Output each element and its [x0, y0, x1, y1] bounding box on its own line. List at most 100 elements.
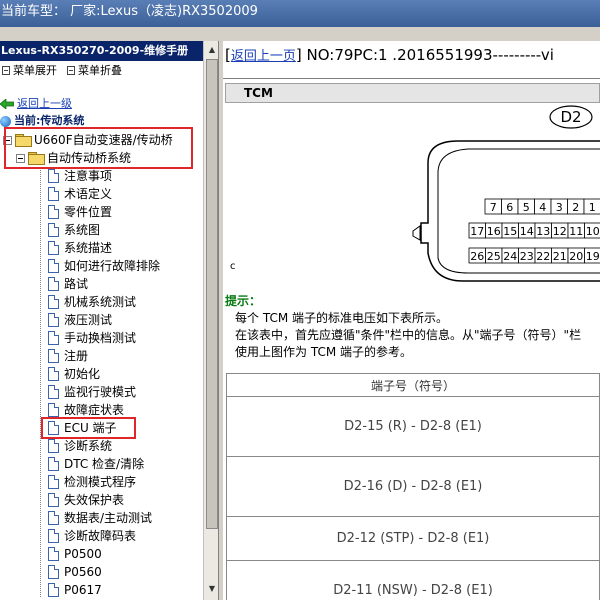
scrollbar-thumb[interactable]	[206, 59, 218, 529]
tree-item[interactable]: 注意事项	[48, 167, 112, 185]
collapse-menu-button[interactable]: 菜单折叠	[67, 61, 122, 80]
connector-pin-number: 17	[470, 225, 484, 238]
tree-item-label: P0500	[64, 547, 102, 561]
tree-item[interactable]: P0500	[48, 545, 102, 563]
tcm-connector-diagram: D2 7 6 5 4 3 2 117 16 15 14 13 12 11 1026 25 24 23 22 21 20…	[412, 105, 600, 282]
connector-name: D2	[560, 108, 581, 126]
tree-item[interactable]: DTC 检查/清除	[48, 455, 144, 473]
tree-item[interactable]: 零件位置	[48, 203, 112, 221]
terminal-table: 端子号（符号） D2-15 (R) - D2-8 (E1) D2-16 (D) …	[226, 373, 600, 600]
tree-item[interactable]: P0617	[48, 581, 102, 599]
connector-pin-number: 12	[553, 225, 567, 238]
back-level-link[interactable]: 返回上一级	[0, 95, 72, 113]
tree-item-label: 路试	[64, 277, 89, 291]
page-icon	[48, 439, 59, 453]
section-title-bar: TCM	[225, 83, 600, 103]
tree-item[interactable]: 机械系统测试	[48, 293, 136, 311]
tree-item[interactable]: 如何进行故障排除	[48, 257, 160, 275]
tree-item[interactable]: 监视行驶模式	[48, 383, 136, 401]
tree-item-label: 机械系统测试	[64, 295, 137, 309]
tree-item-label: 手动换档测试	[64, 331, 137, 345]
scroll-up-icon[interactable]: ▲	[206, 43, 218, 57]
connector-pin-number: 13	[536, 225, 550, 238]
expand-menu-button[interactable]: 菜单展开	[2, 61, 57, 80]
connector-pin-number: 22	[536, 250, 550, 263]
tree-item-label: 零件位置	[64, 205, 113, 219]
connector-pin-number: 1	[589, 201, 596, 214]
connector-pin-number: 16	[487, 225, 501, 238]
page-icon	[48, 223, 59, 237]
diagram-side-label-text: c	[230, 261, 236, 272]
page-icon	[48, 565, 59, 579]
tree-item[interactable]: 系统描述	[48, 239, 112, 257]
collapse-menu-label: 菜单折叠	[78, 64, 122, 77]
page-icon	[48, 367, 59, 381]
tree-item-label: 数据表/主动测试	[64, 511, 153, 525]
page-icon	[48, 547, 59, 561]
tree-item[interactable]: 诊断故障码表	[48, 527, 136, 545]
back-page-link[interactable]: 返回上一页	[231, 49, 296, 64]
tree-item-label: 诊断故障码表	[64, 529, 137, 543]
globe-icon	[0, 115, 11, 127]
tree-item-label: 液压测试	[64, 313, 113, 327]
tree-item[interactable]: 路试	[48, 275, 88, 293]
left-scrollbar[interactable]: ▲ ▼	[203, 41, 218, 600]
connector-pin-number: 6	[506, 201, 513, 214]
page-icon	[48, 529, 59, 543]
connector-pin-number: 21	[553, 250, 567, 263]
highlight-box-folders	[4, 127, 193, 169]
tree-item-label: 初始化	[64, 367, 101, 381]
page-icon	[48, 187, 59, 201]
tree-item[interactable]: 注册	[48, 347, 88, 365]
tree-item[interactable]: 检测模式程序	[48, 473, 136, 491]
connector-pin-number: 20	[569, 250, 583, 263]
connector-pin-number: 15	[503, 225, 517, 238]
page-icon	[48, 313, 59, 327]
connector-latch	[412, 225, 421, 241]
connector-pin-number: 3	[556, 201, 563, 214]
section-title: TCM	[244, 86, 273, 100]
tree-item[interactable]: 诊断系统	[48, 437, 112, 455]
tree-item-label: 系统描述	[64, 241, 113, 255]
tip-line: 每个 TCM 端子的标准电压如下表所示。	[235, 311, 448, 325]
page-icon	[48, 403, 59, 417]
tree-item[interactable]: 液压测试	[48, 311, 112, 329]
collapse-icon	[67, 66, 75, 75]
connector-pin-number: 19	[586, 250, 600, 263]
connector-pin-number: 24	[503, 250, 517, 263]
window-title-bar: 当前车型： 厂家:Lexus（凌志)RX3502009	[0, 0, 600, 27]
page-icon	[48, 475, 59, 489]
connector-pins: 7 6 5 4 3 2 117 16 15 14 13 12 11 1026 25 24 23 22 21 20 19	[468, 198, 600, 264]
table-cell: D2-15 (R) - D2-8 (E1)	[226, 396, 600, 457]
table-cell: D2-11 (NSW) - D2-8 (E1)	[226, 560, 600, 600]
tree-item-label: DTC 检查/清除	[64, 457, 145, 471]
page-icon	[48, 277, 59, 291]
back-arrow-icon	[0, 99, 14, 109]
page-icon	[48, 583, 59, 597]
tree-item[interactable]: 系统图	[48, 221, 100, 239]
document-nav: [返回上一页] NO:79PC:1 .2016551993---------vi	[225, 46, 554, 64]
page-icon	[48, 457, 59, 471]
tree-item[interactable]: 初始化	[48, 365, 100, 383]
page-icon	[48, 493, 59, 507]
connector-pin-number: 5	[523, 201, 530, 214]
tree-item[interactable]: 术语定义	[48, 185, 112, 203]
connector-pin-number: 4	[539, 201, 546, 214]
tree-item[interactable]: 失效保护表	[48, 491, 124, 509]
tree-item[interactable]: 手动换档测试	[48, 329, 136, 347]
tree-toolbar: 菜单展开 菜单折叠	[0, 61, 218, 80]
table-header-terminal: 端子号（符号）	[226, 373, 600, 397]
page-icon	[48, 385, 59, 399]
tree-item[interactable]: 数据表/主动测试	[48, 509, 152, 527]
connector-pin-number: 25	[487, 250, 501, 263]
scroll-down-icon[interactable]: ▼	[206, 582, 218, 596]
tree-item[interactable]: P0560	[48, 563, 102, 581]
tree-item-label: 系统图	[64, 223, 101, 237]
page-icon	[48, 169, 59, 183]
connector-pin-number: 2	[572, 201, 579, 214]
page-icon	[48, 331, 59, 345]
tree-item-label: P0617	[64, 583, 102, 597]
connector-pin-number: 14	[520, 225, 534, 238]
connector-pin-number: 11	[569, 225, 583, 238]
page-icon	[48, 241, 59, 255]
